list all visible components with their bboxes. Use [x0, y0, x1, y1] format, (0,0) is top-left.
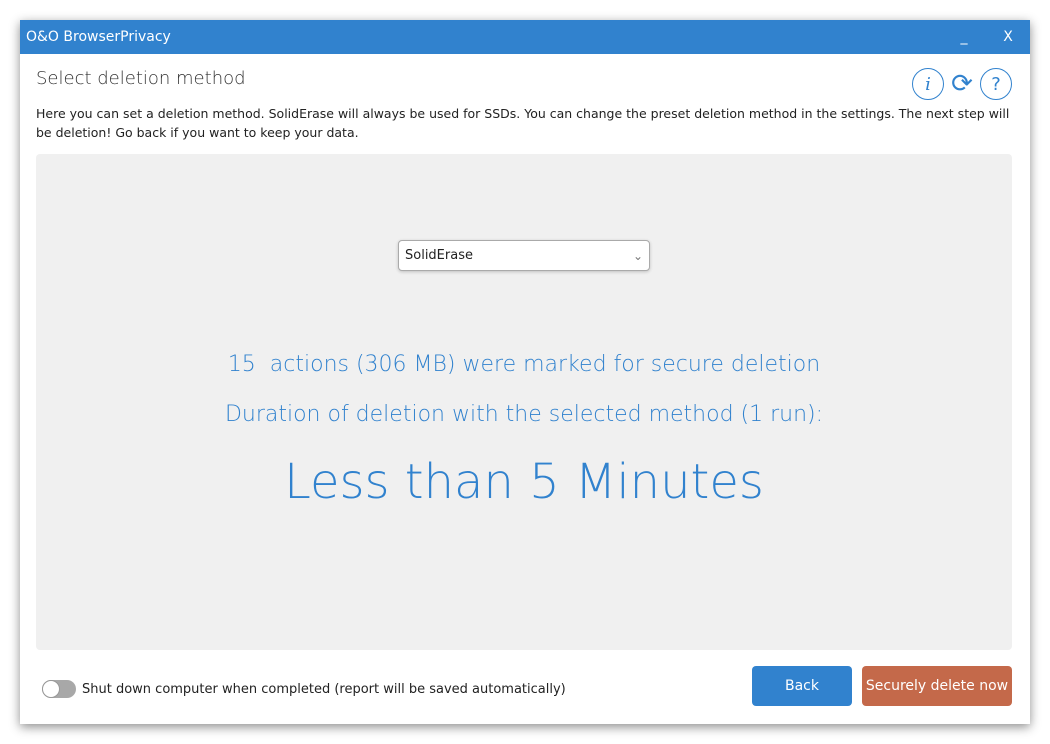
deletion-panel: SolidErase ⌄ 15 actions (306 MB) were ma…	[36, 154, 1012, 650]
securely-delete-button[interactable]: Securely delete now	[862, 666, 1012, 706]
shutdown-label: Shut down computer when completed (repor…	[82, 682, 566, 697]
duration-label: Duration of deletion with the selected m…	[224, 402, 824, 427]
app-window: O&O BrowserPrivacy _ X Select deletion m…	[20, 20, 1030, 724]
page-title: Select deletion method	[36, 68, 246, 89]
help-icon[interactable]: ?	[980, 68, 1012, 100]
info-icon[interactable]: i	[912, 68, 944, 100]
actions-summary: 15 actions (306 MB) were marked for secu…	[227, 352, 821, 377]
back-button[interactable]: Back	[752, 666, 852, 706]
page-description: Here you can set a deletion method. Soli…	[36, 106, 1010, 140]
deletion-method-select[interactable]: SolidErase ⌄	[398, 240, 650, 271]
chevron-down-icon: ⌄	[632, 248, 643, 263]
refresh-icon[interactable]: ⟳	[946, 68, 978, 100]
minimize-button[interactable]: _	[942, 29, 986, 45]
duration-value: Less than 5 Minutes	[284, 454, 764, 510]
shutdown-toggle[interactable]	[42, 680, 76, 698]
title-bar: O&O BrowserPrivacy _ X	[20, 20, 1030, 54]
close-button[interactable]: X	[986, 29, 1030, 45]
selected-method: SolidErase	[405, 248, 473, 263]
window-title: O&O BrowserPrivacy	[26, 29, 171, 45]
